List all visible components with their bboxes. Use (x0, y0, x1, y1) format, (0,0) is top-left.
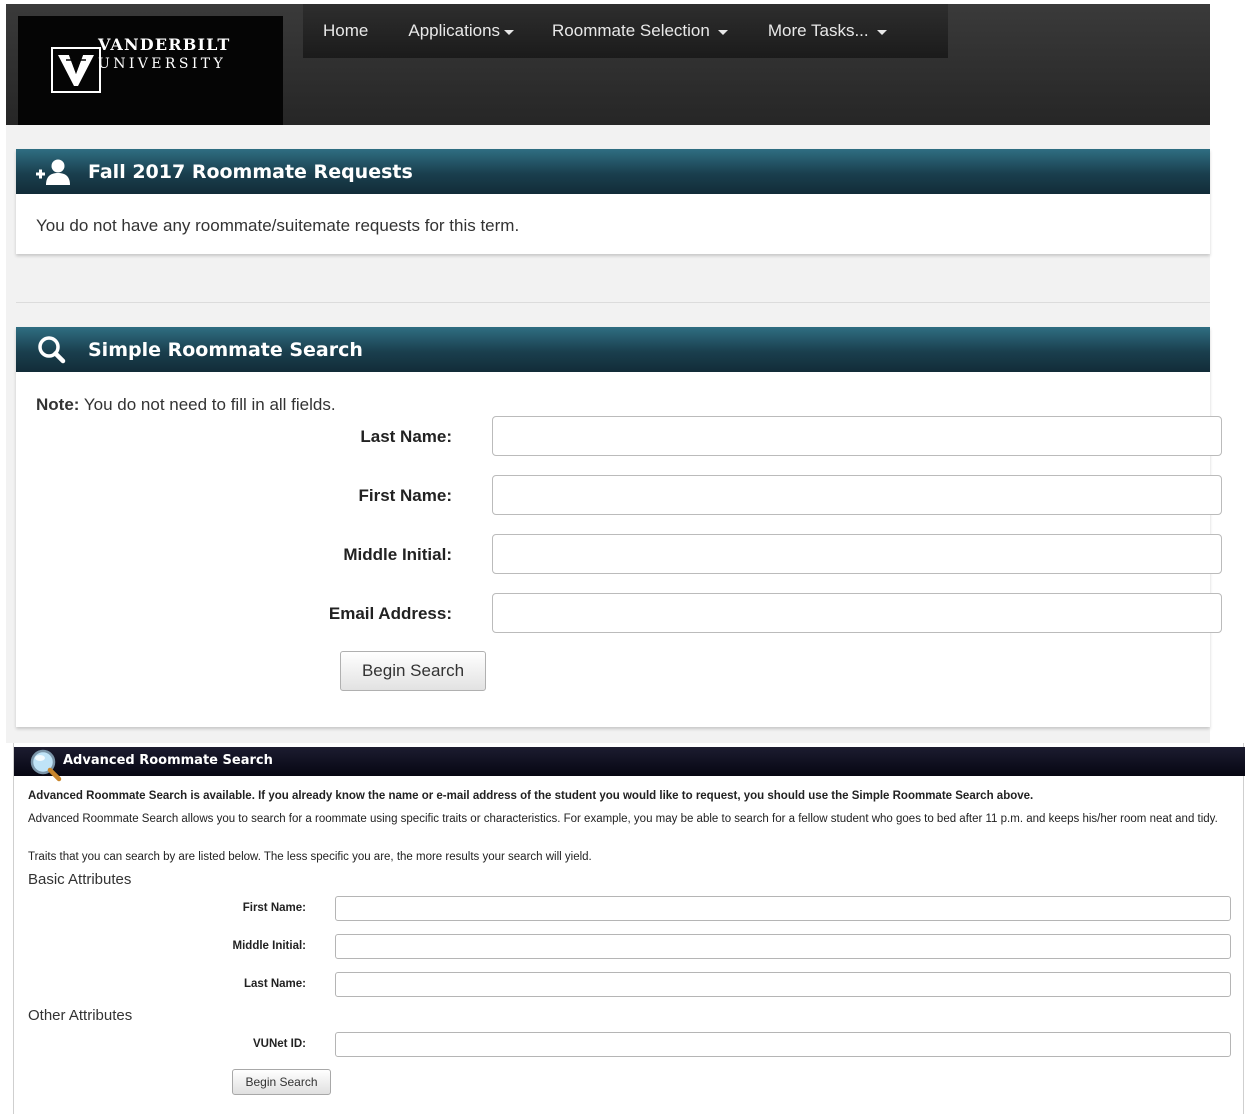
adv-last-name-input[interactable] (335, 972, 1231, 997)
simple-search-header: Simple Roommate Search (16, 327, 1210, 372)
nav-home-label: Home (323, 21, 369, 40)
nav-applications-label: Applications (408, 21, 501, 40)
logo-text-vanderbilt: VANDERBILT (98, 35, 231, 54)
roommate-requests-title: Fall 2017 Roommate Requests (88, 160, 413, 183)
advanced-search-header: Advanced Roommate Search (14, 747, 1245, 776)
nav-more-tasks[interactable]: More Tasks... (748, 4, 907, 58)
middle-initial-input[interactable] (492, 534, 1222, 574)
caret-down-icon (717, 29, 728, 35)
advanced-begin-search-button[interactable]: Begin Search (232, 1069, 331, 1095)
email-address-label: Email Address: (328, 604, 452, 623)
nav-more-tasks-label: More Tasks... (767, 21, 869, 40)
middle-initial-label: Middle Initial: (343, 545, 452, 564)
advanced-intro-traits: Traits that you can search by are listed… (28, 851, 592, 863)
other-attributes-heading: Other Attributes (28, 1007, 133, 1024)
simple-search-title: Simple Roommate Search (88, 338, 363, 361)
note-text: You do not need to fill in all fields. (79, 395, 336, 414)
advanced-intro-bold: Advanced Roommate Search is available. I… (28, 790, 1034, 802)
nav-roommate-selection-label: Roommate Selection (552, 21, 710, 40)
logo-text-university: UNIVERSITY (98, 56, 227, 72)
nav-roommate-selection[interactable]: Roommate Selection (532, 4, 748, 58)
top-area: VANDERBILT UNIVERSITY Home Applications … (0, 0, 1252, 130)
caret-down-icon (504, 29, 515, 35)
vunet-id-label: VUNet ID: (252, 1038, 306, 1050)
last-name-input[interactable] (492, 416, 1222, 456)
nav-home[interactable]: Home (303, 4, 388, 58)
simple-begin-search-button[interactable]: Begin Search (340, 651, 486, 691)
roommate-requests-header: Fall 2017 Roommate Requests (16, 149, 1210, 194)
nav-applications[interactable]: Applications (388, 4, 532, 58)
oak-leaf-v-icon (51, 47, 101, 93)
section-divider (16, 302, 1210, 303)
basic-attributes-heading: Basic Attributes (28, 871, 132, 888)
vunet-id-input[interactable] (335, 1032, 1231, 1057)
adv-first-name-input[interactable] (335, 896, 1231, 921)
advanced-search-section: Advanced Roommate Search Advanced Roomma… (13, 743, 1245, 1114)
email-address-input[interactable] (492, 593, 1222, 633)
advanced-intro-description: Advanced Roommate Search allows you to s… (28, 813, 1218, 825)
magnifier-icon (28, 749, 62, 783)
search-icon (34, 335, 74, 365)
adv-middle-initial-label: Middle Initial: (232, 940, 306, 952)
advanced-search-title: Advanced Roommate Search (63, 753, 273, 768)
caret-down-icon (876, 29, 887, 35)
adv-first-name-label: First Name: (242, 902, 306, 914)
first-name-input[interactable] (492, 475, 1222, 515)
simple-search-panel: Simple Roommate Search Note: You do not … (16, 327, 1222, 727)
last-name-label: Last Name: (360, 427, 452, 446)
search-note: Note: You do not need to fill in all fie… (36, 395, 336, 415)
first-name-label: First Name: (358, 486, 452, 505)
adv-middle-initial-input[interactable] (335, 934, 1231, 959)
add-user-icon (34, 157, 74, 187)
requests-message: You do not have any roommate/suitemate r… (36, 216, 520, 235)
main-nav: Home Applications Roommate Selection Mor… (303, 4, 948, 58)
roommate-requests-panel: Fall 2017 Roommate Requests You do not h… (16, 149, 1210, 254)
adv-last-name-label: Last Name: (244, 978, 306, 990)
note-label: Note: (36, 395, 80, 414)
